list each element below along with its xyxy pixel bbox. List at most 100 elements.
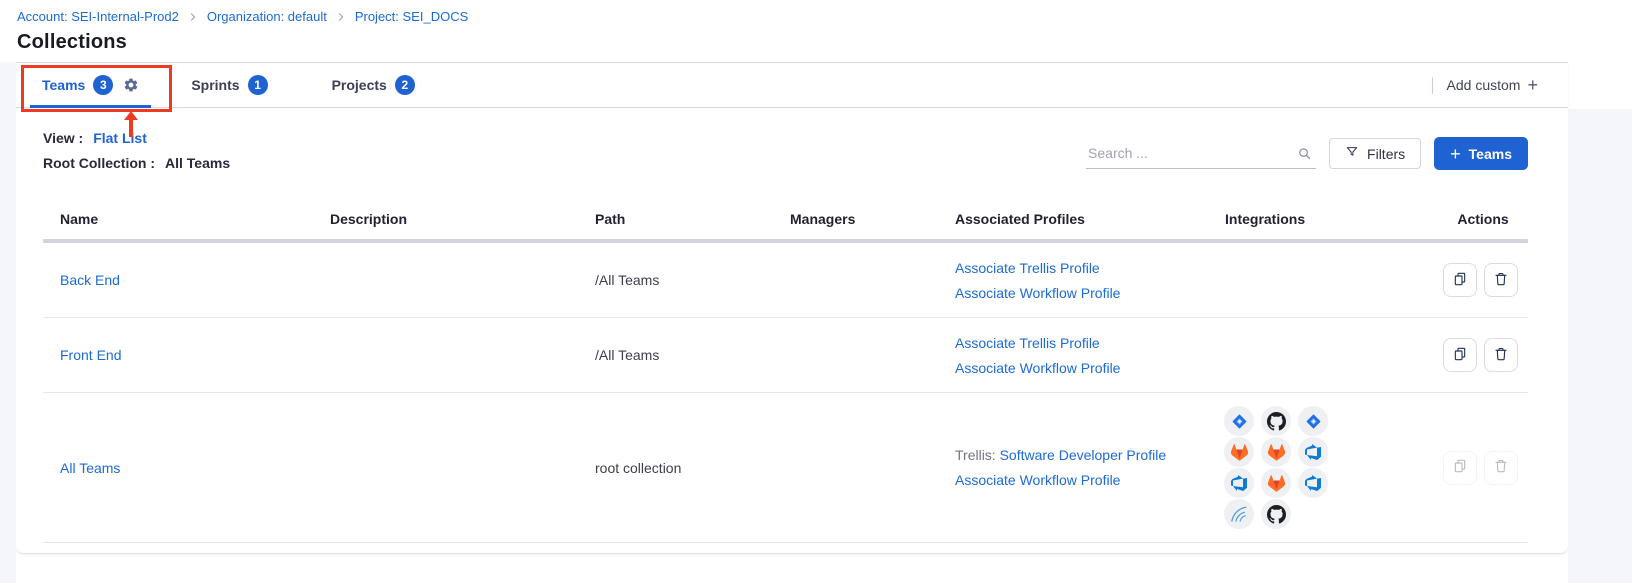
tab-bar: Teams 3 Sprints 1 Projects 2 Add custom …	[16, 62, 1568, 108]
profile-link[interactable]: Software Developer Profile	[1000, 447, 1167, 463]
team-name-link[interactable]: Front End	[60, 347, 121, 363]
breadcrumb-account-link[interactable]: Account: SEI-Internal-Prod2	[17, 9, 179, 24]
profile-line: Associate Trellis Profile	[955, 335, 1208, 351]
content-card: Teams 3 Sprints 1 Projects 2 Add custom …	[16, 62, 1568, 554]
copy-button	[1443, 451, 1477, 485]
col-header-actions: Actions	[1438, 211, 1528, 227]
team-name-link[interactable]: All Teams	[60, 460, 120, 476]
copy-button[interactable]	[1443, 263, 1477, 297]
profile-link[interactable]: Associate Trellis Profile	[955, 335, 1100, 351]
trash-icon	[1493, 271, 1509, 290]
copy-button[interactable]	[1443, 338, 1477, 372]
view-value-link[interactable]: Flat List	[93, 130, 147, 146]
profile-link[interactable]: Associate Workflow Profile	[955, 360, 1120, 376]
filter-funnel-icon	[1345, 145, 1359, 162]
profile-line: Trellis: Software Developer Profile	[955, 447, 1208, 463]
profile-link[interactable]: Associate Workflow Profile	[955, 285, 1120, 301]
sonarqube-icon	[1224, 499, 1254, 529]
tab-sprints-count-badge: 1	[248, 75, 268, 95]
trash-icon	[1493, 458, 1509, 477]
filters-button[interactable]: Filters	[1329, 138, 1421, 169]
tab-projects-label: Projects	[332, 77, 387, 93]
profile-link[interactable]: Associate Workflow Profile	[955, 472, 1120, 488]
profile-line: Associate Workflow Profile	[955, 360, 1208, 376]
new-team-button-label: Teams	[1469, 146, 1512, 162]
team-name-link[interactable]: Back End	[60, 272, 120, 288]
tab-teams-count-badge: 3	[93, 75, 113, 95]
search-icon[interactable]	[1297, 146, 1312, 166]
vertical-divider	[1432, 77, 1433, 94]
gitlab-icon	[1261, 468, 1291, 498]
copy-icon	[1452, 346, 1468, 365]
profile-line: Associate Trellis Profile	[955, 260, 1208, 276]
root-collection-label: Root Collection :	[43, 155, 155, 171]
azure-devops-icon	[1298, 437, 1328, 467]
gear-icon[interactable]	[123, 77, 139, 93]
profile-line: Associate Workflow Profile	[955, 472, 1208, 488]
col-header-managers: Managers	[773, 211, 938, 227]
table-row: Back End /All Teams Associate Trellis Pr…	[43, 243, 1528, 318]
breadcrumb-org-link[interactable]: Organization: default	[207, 9, 327, 24]
view-label: View :	[43, 130, 83, 146]
tab-bar-right: Add custom +	[1432, 76, 1538, 94]
delete-button[interactable]	[1484, 263, 1518, 297]
filters-label: Filters	[1367, 146, 1405, 162]
search-box	[1086, 139, 1316, 169]
controls-row: View : Flat List Root Collection : All T…	[43, 130, 1528, 171]
table-body: Back End /All Teams Associate Trellis Pr…	[43, 243, 1528, 543]
table-row: Front End /All Teams Associate Trellis P…	[43, 318, 1528, 393]
github-icon	[1261, 499, 1291, 529]
tab-teams[interactable]: Teams 3	[30, 63, 151, 107]
table-header-row: Name Description Path Managers Associate…	[43, 199, 1528, 243]
search-input[interactable]	[1086, 139, 1316, 169]
azure-devops-icon	[1298, 468, 1328, 498]
col-header-profiles: Associated Profiles	[938, 211, 1208, 227]
gitlab-icon	[1261, 437, 1291, 467]
profile-line: Associate Workflow Profile	[955, 285, 1208, 301]
chevron-right-icon	[188, 12, 198, 22]
col-header-integrations: Integrations	[1208, 211, 1438, 227]
jira-icon	[1224, 406, 1254, 436]
trash-icon	[1493, 346, 1509, 365]
delete-button[interactable]	[1484, 338, 1518, 372]
breadcrumb-project-link[interactable]: Project: SEI_DOCS	[355, 9, 468, 24]
page-title: Collections	[17, 31, 1632, 54]
plus-icon: +	[1450, 145, 1461, 163]
add-custom-button[interactable]: Add custom +	[1447, 76, 1538, 94]
gitlab-icon	[1224, 437, 1254, 467]
profile-prefix: Trellis:	[955, 447, 1000, 463]
github-icon	[1261, 406, 1291, 436]
card-body: View : Flat List Root Collection : All T…	[16, 108, 1568, 553]
tab-sprints[interactable]: Sprints 1	[179, 63, 279, 107]
tab-sprints-label: Sprints	[191, 77, 239, 93]
profiles-cell: Associate Trellis Profile Associate Workf…	[938, 260, 1208, 301]
copy-icon	[1452, 271, 1468, 290]
right-gutter	[1568, 109, 1632, 583]
new-team-button[interactable]: + Teams	[1434, 137, 1528, 170]
tab-projects[interactable]: Projects 2	[320, 63, 427, 107]
page-header: Account: SEI-Internal-Prod2 Organization…	[0, 0, 1632, 62]
jira-icon	[1298, 406, 1328, 436]
root-collection-row: Root Collection : All Teams	[43, 155, 230, 171]
profiles-cell: Trellis: Software Developer Profile Assoc…	[938, 447, 1208, 488]
delete-button	[1484, 451, 1518, 485]
table-row: All Teams root collection Trellis: Softw…	[43, 393, 1528, 543]
actions-cell	[1438, 263, 1528, 297]
integrations-grid	[1224, 406, 1328, 529]
path-cell: /All Teams	[578, 347, 773, 363]
profiles-cell: Associate Trellis Profile Associate Workf…	[938, 335, 1208, 376]
view-row: View : Flat List	[43, 130, 230, 146]
profile-link[interactable]: Associate Trellis Profile	[955, 260, 1100, 276]
azure-devops-icon	[1224, 468, 1254, 498]
left-gutter	[0, 62, 16, 583]
plus-icon: +	[1527, 76, 1538, 94]
actions-cell	[1438, 338, 1528, 372]
controls-right: Filters + Teams	[1086, 137, 1528, 170]
breadcrumb: Account: SEI-Internal-Prod2 Organization…	[17, 9, 1632, 24]
path-cell: /All Teams	[578, 272, 773, 288]
copy-icon	[1452, 458, 1468, 477]
col-header-path: Path	[578, 211, 773, 227]
path-cell: root collection	[578, 460, 773, 476]
view-block: View : Flat List Root Collection : All T…	[43, 130, 230, 171]
tab-projects-count-badge: 2	[395, 75, 415, 95]
